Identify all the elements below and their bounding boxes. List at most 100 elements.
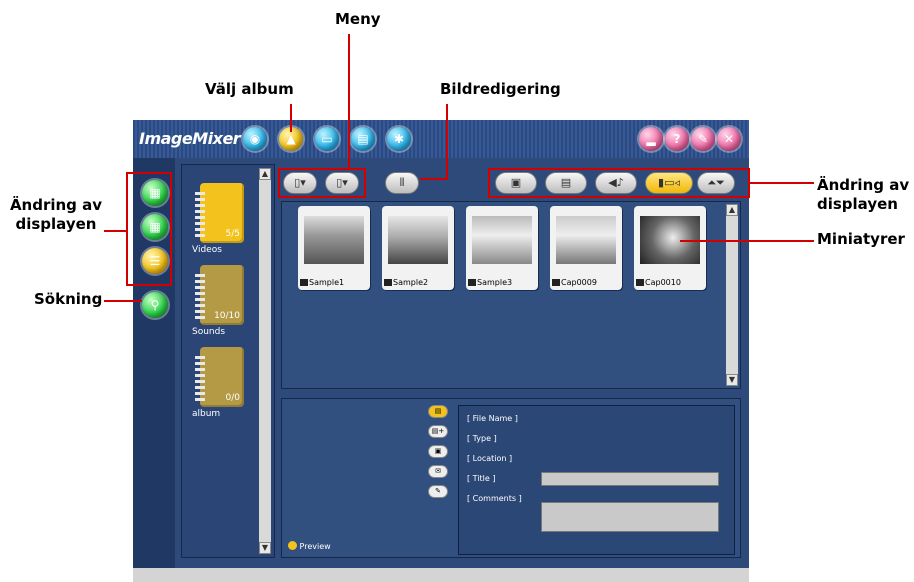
photo-info-button[interactable]: ▣ — [428, 445, 448, 458]
title-field[interactable] — [541, 472, 719, 486]
thumbnail-image — [304, 216, 364, 264]
photo-icon: ▣ — [434, 447, 442, 455]
line-meny — [348, 34, 350, 170]
line-andring-left — [104, 230, 126, 232]
album-videos[interactable]: 5/5 — [195, 183, 244, 243]
album-label: album — [192, 409, 221, 419]
mail-info-button[interactable]: ✉ — [428, 465, 448, 478]
album-label: Videos — [192, 245, 222, 255]
album-album[interactable]: 0/0 — [195, 347, 244, 407]
thumbnail-caption: Cap0009 — [552, 278, 597, 287]
video-file-icon — [300, 279, 308, 286]
location-label: [ Location ] — [467, 454, 513, 463]
web-mode-button[interactable]: ✱ — [387, 127, 411, 151]
edit-info-button[interactable]: ✎ — [428, 485, 448, 498]
video-file-icon — [384, 279, 392, 286]
thumbnail[interactable]: Cap0010 — [634, 206, 706, 290]
close-icon: ✕ — [723, 132, 735, 146]
camera-file-icon — [552, 279, 560, 286]
thumbnail[interactable]: Cap0009 — [550, 206, 622, 290]
info-icon: ▤ — [434, 407, 442, 415]
search-icon: ⚲ — [150, 298, 160, 312]
album-count: 5/5 — [225, 229, 240, 239]
thumbnail-pane: Sample1 Sample2 Sample3 Cap0009 Cap0010 … — [281, 201, 741, 389]
app-logo: ImageMixer — [139, 129, 241, 148]
title-bar: ImageMixer ◉ ▲ ▭ ▤ ✱ ▂ ? ✎ ✕ — [133, 120, 749, 158]
callout-andring-right-line2: displayen — [817, 195, 898, 213]
preview-dot-icon — [288, 541, 297, 550]
globe-icon: ✱ — [393, 132, 405, 146]
callout-box-display-left — [126, 172, 172, 286]
thumbnail-name: Sample3 — [477, 278, 513, 287]
thumbnail-caption: Sample1 — [300, 278, 344, 287]
edit-icon: ⫴ — [399, 176, 405, 189]
comments-field[interactable] — [541, 502, 719, 532]
wrench-icon: ✎ — [697, 132, 709, 146]
file-name-label: [ File Name ] — [467, 414, 518, 423]
title-label: [ Title ] — [467, 474, 496, 483]
scroll-up-button[interactable]: ▲ — [259, 168, 271, 180]
callout-bildredigering: Bildredigering — [440, 80, 561, 98]
callout-box-menu — [278, 168, 366, 198]
callout-box-display-right — [488, 168, 750, 198]
callout-miniatyrer: Miniatyrer — [817, 230, 905, 248]
settings-button[interactable]: ✎ — [691, 127, 715, 151]
album-scrollbar[interactable]: ▲ ▼ — [259, 168, 271, 554]
binder-rings — [195, 353, 205, 401]
line-bildredigering-h — [420, 178, 448, 180]
print-mode-button[interactable]: ▤ — [351, 127, 375, 151]
line-bildredigering-v — [446, 104, 448, 180]
line-sokning — [104, 300, 142, 302]
scroll-up-button[interactable]: ▲ — [726, 204, 738, 216]
search-button[interactable]: ⚲ — [142, 292, 168, 318]
scroll-down-button[interactable]: ▼ — [259, 542, 271, 554]
album-count: 0/0 — [225, 393, 240, 403]
thumbnail-scrollbar[interactable]: ▲ ▼ — [726, 204, 738, 386]
print-icon: ▤ — [357, 132, 369, 146]
preview-toggle[interactable]: Preview — [288, 541, 331, 551]
thumbnail-caption: Sample2 — [384, 278, 428, 287]
thumbnail-caption: Sample3 — [468, 278, 512, 287]
thumbnail[interactable]: Sample2 — [382, 206, 454, 290]
thumbnail-name: Cap0009 — [561, 278, 597, 287]
line-andring-right — [750, 182, 814, 184]
thumbnail[interactable]: Sample1 — [298, 206, 370, 290]
info-button[interactable]: ▤ — [428, 405, 448, 418]
album-sounds[interactable]: 10/10 — [195, 265, 244, 325]
preview-label: Preview — [299, 542, 331, 551]
video-file-icon — [468, 279, 476, 286]
callout-andring-right-line1: Ändring av — [817, 176, 910, 194]
album-label: Sounds — [192, 327, 226, 337]
minimize-button[interactable]: ▂ — [639, 127, 663, 151]
help-icon: ? — [673, 132, 681, 146]
thumbnail[interactable]: Sample3 — [466, 206, 538, 290]
export-mode-button[interactable]: ▭ — [315, 127, 339, 151]
type-label: [ Type ] — [467, 434, 497, 443]
thumbnail-name: Sample2 — [393, 278, 429, 287]
callout-andring-right: Ändring av displayen — [817, 176, 909, 214]
callout-meny: Meny — [335, 10, 381, 28]
line-miniatyrer — [680, 240, 814, 242]
camera-file-icon — [636, 279, 644, 286]
close-button[interactable]: ✕ — [717, 127, 741, 151]
comments-label: [ Comments ] — [467, 494, 522, 503]
callout-sokning: Sökning — [34, 290, 103, 308]
properties-box: [ File Name ] [ Type ] [ Location ] [ Ti… — [458, 405, 735, 555]
thumbnail-name: Sample1 — [309, 278, 345, 287]
pencil-icon: ✎ — [435, 487, 441, 495]
image-edit-button[interactable]: ⫴ — [385, 172, 419, 194]
help-button[interactable]: ? — [665, 127, 689, 151]
callout-andring-left-line2: displayen — [15, 215, 97, 233]
callout-valj-album: Välj album — [205, 80, 294, 98]
add-info-button[interactable]: ▤+ — [428, 425, 448, 438]
callout-andring-left: Ändring av displayen — [6, 196, 106, 234]
capture-icon: ◉ — [249, 132, 261, 146]
export-icon: ▭ — [321, 132, 333, 146]
thumbnail-image — [556, 216, 616, 264]
status-bar — [133, 568, 749, 582]
binder-rings — [195, 271, 205, 319]
scroll-down-button[interactable]: ▼ — [726, 374, 738, 386]
album-count: 10/10 — [214, 311, 240, 321]
capture-mode-button[interactable]: ◉ — [243, 127, 267, 151]
line-valj-album — [290, 104, 292, 132]
